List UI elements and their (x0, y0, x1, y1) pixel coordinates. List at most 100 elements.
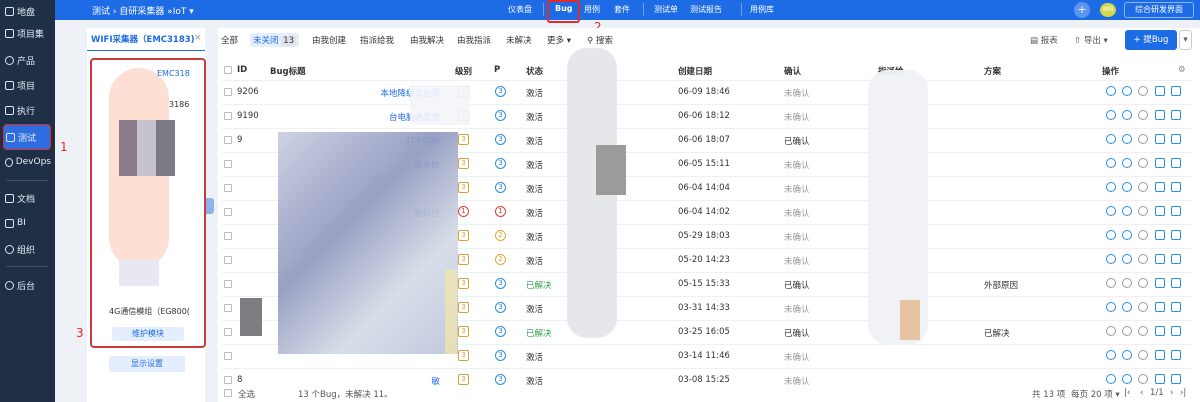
resolve-bug-icon[interactable] (1122, 350, 1132, 360)
nav-caselib[interactable]: 用例库 (750, 4, 774, 15)
copy-icon[interactable] (1171, 134, 1181, 144)
row-checkbox[interactable] (224, 184, 232, 192)
edit-icon[interactable] (1155, 326, 1165, 336)
resolve-bug-icon[interactable] (1122, 254, 1132, 264)
confirm-bug-icon[interactable] (1106, 326, 1116, 336)
prev-page-icon[interactable]: ‹ (1140, 388, 1143, 398)
nav-item-home[interactable]: 地盘 (3, 2, 51, 20)
close-bug-icon[interactable] (1138, 326, 1148, 336)
row-checkbox[interactable] (224, 304, 232, 312)
row-checkbox[interactable] (224, 328, 232, 336)
nav-item-devops[interactable]: DevOps (3, 153, 51, 171)
row-checkbox[interactable] (224, 160, 232, 168)
row-checkbox[interactable] (224, 280, 232, 288)
row-checkbox[interactable] (224, 232, 232, 240)
row-checkbox[interactable] (224, 376, 232, 384)
col-title[interactable]: Bug标题 (270, 65, 306, 77)
select-all-checkbox[interactable] (224, 389, 232, 397)
table-row[interactable]: 9190台电脑遇发性33激活06-06 18:12未确认 (222, 104, 1192, 128)
copy-icon[interactable] (1171, 374, 1181, 384)
confirm-bug-icon[interactable] (1106, 350, 1116, 360)
resolve-bug-icon[interactable] (1122, 230, 1132, 240)
resolve-bug-icon[interactable] (1122, 110, 1132, 120)
edit-icon[interactable] (1155, 302, 1165, 312)
nav-item-test[interactable]: 测试 (3, 124, 51, 150)
copy-icon[interactable] (1171, 110, 1181, 120)
close-bug-icon[interactable] (1138, 374, 1148, 384)
filter-unresolved[interactable]: 未解决 (506, 34, 532, 46)
col-priority[interactable]: P (494, 65, 500, 75)
copy-icon[interactable] (1171, 278, 1181, 288)
product-tab-title[interactable]: WIFI采集器（EMC3183) (91, 33, 195, 45)
copy-icon[interactable] (1171, 230, 1181, 240)
edit-icon[interactable] (1155, 374, 1165, 384)
edit-icon[interactable] (1155, 206, 1165, 216)
close-bug-icon[interactable] (1138, 230, 1148, 240)
resolve-bug-icon[interactable] (1122, 278, 1132, 288)
close-bug-icon[interactable] (1138, 86, 1148, 96)
filter-unclosed[interactable]: 未关闭 13 (250, 33, 300, 47)
resolve-bug-icon[interactable] (1122, 302, 1132, 312)
select-all-checkbox[interactable] (224, 66, 232, 74)
edit-icon[interactable] (1155, 230, 1165, 240)
gear-icon[interactable]: ⚙ (1178, 65, 1186, 75)
row-checkbox[interactable] (224, 112, 232, 120)
edit-icon[interactable] (1155, 86, 1165, 96)
close-bug-icon[interactable] (1138, 302, 1148, 312)
col-confirmed[interactable]: 确认 (784, 65, 801, 77)
row-checkbox[interactable] (224, 256, 232, 264)
resolve-bug-icon[interactable] (1122, 206, 1132, 216)
next-page-icon[interactable]: › (1170, 388, 1173, 398)
nav-dashboard[interactable]: 仪表盘 (508, 4, 532, 15)
confirm-bug-icon[interactable] (1106, 278, 1116, 288)
nav-testreport[interactable]: 测试报告 (690, 4, 722, 15)
filter-resolved-by-me[interactable]: 由我解决 (410, 34, 444, 46)
confirm-bug-icon[interactable] (1106, 134, 1116, 144)
close-bug-icon[interactable] (1138, 206, 1148, 216)
export-button[interactable]: ⇧ 导出 ▾ (1074, 34, 1108, 46)
confirm-bug-icon[interactable] (1106, 110, 1116, 120)
last-page-icon[interactable]: ›| (1180, 388, 1186, 398)
close-bug-icon[interactable] (1138, 134, 1148, 144)
col-severity[interactable]: 级别 (455, 65, 472, 77)
col-id[interactable]: ID (237, 65, 247, 75)
display-settings-button[interactable]: 显示设置 (109, 356, 185, 372)
col-created-date[interactable]: 创建日期 (678, 65, 712, 77)
nav-item-admin[interactable]: 后台 (3, 276, 51, 294)
resolve-bug-icon[interactable] (1122, 182, 1132, 192)
copy-icon[interactable] (1171, 86, 1181, 96)
edit-icon[interactable] (1155, 254, 1165, 264)
confirm-bug-icon[interactable] (1106, 86, 1116, 96)
nav-cases[interactable]: 用例 (584, 4, 600, 15)
first-page-icon[interactable]: |‹ (1124, 388, 1130, 398)
nav-suites[interactable]: 套件 (614, 4, 630, 15)
copy-icon[interactable] (1171, 206, 1181, 216)
filter-created-by-me[interactable]: 由我创建 (312, 34, 346, 46)
confirm-bug-icon[interactable] (1106, 158, 1116, 168)
avatar[interactable]: 柳明 (1100, 3, 1116, 17)
col-solution[interactable]: 方案 (984, 65, 1001, 77)
row-checkbox[interactable] (224, 136, 232, 144)
edit-icon[interactable] (1155, 110, 1165, 120)
copy-icon[interactable] (1171, 182, 1181, 192)
filter-assigned-to-me[interactable]: 指派给我 (360, 34, 394, 46)
edit-icon[interactable] (1155, 158, 1165, 168)
edit-icon[interactable] (1155, 134, 1165, 144)
confirm-bug-icon[interactable] (1106, 230, 1116, 240)
resolve-bug-icon[interactable] (1122, 374, 1132, 384)
resolve-bug-icon[interactable] (1122, 86, 1132, 96)
resolve-bug-icon[interactable] (1122, 326, 1132, 336)
row-checkbox[interactable] (224, 208, 232, 216)
row-checkbox[interactable] (224, 352, 232, 360)
confirm-bug-icon[interactable] (1106, 182, 1116, 192)
report-button[interactable]: ▤ 报表 (1030, 34, 1058, 46)
nav-item-org[interactable]: 组织 (3, 240, 51, 258)
nav-testtask[interactable]: 测试单 (654, 4, 678, 15)
nav-item-bi[interactable]: BI (3, 214, 51, 232)
close-bug-icon[interactable] (1138, 110, 1148, 120)
copy-icon[interactable] (1171, 302, 1181, 312)
edit-icon[interactable] (1155, 350, 1165, 360)
confirm-bug-icon[interactable] (1106, 206, 1116, 216)
breadcrumb[interactable]: 测试 › 自研采集器 »IoT ▾ (92, 4, 194, 17)
per-page-select[interactable]: 每页 20 项 ▾ (1071, 388, 1120, 400)
